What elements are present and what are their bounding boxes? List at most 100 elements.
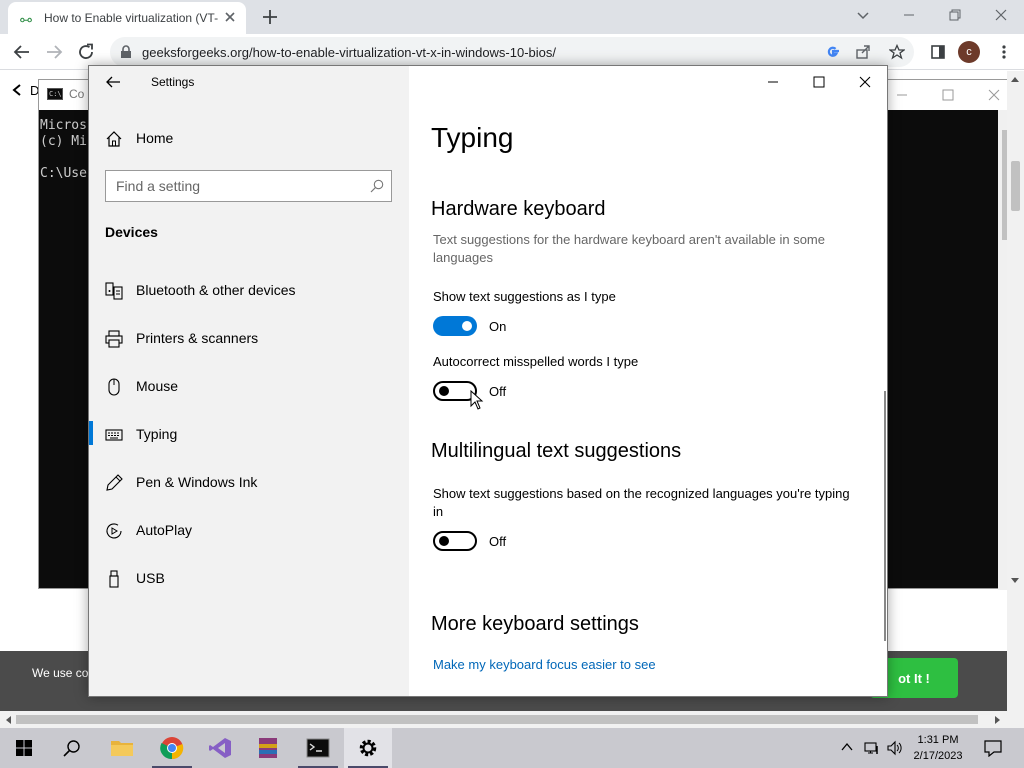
address-bar[interactable]: geeksforgeeks.org/how-to-enable-virtuali… <box>110 37 914 67</box>
toggle-knob <box>439 536 449 546</box>
network-icon[interactable] <box>864 740 880 756</box>
nav-item-label: Bluetooth & other devices <box>136 282 296 298</box>
hardware-keyboard-heading: Hardware keyboard <box>431 198 606 220</box>
autocorrect-label: Autocorrect misspelled words I type <box>433 354 639 369</box>
scroll-right-arrow-icon[interactable] <box>994 715 1002 725</box>
browser-restore-icon[interactable] <box>932 0 978 30</box>
show-hidden-icons-chevron-icon[interactable] <box>840 740 856 756</box>
clock-date: 2/17/2023 <box>913 750 963 762</box>
forward-arrow-icon[interactable] <box>44 42 64 62</box>
multilingual-toggle[interactable] <box>433 531 477 551</box>
toggle-knob <box>462 321 472 331</box>
nav-usb[interactable]: USB <box>89 557 409 601</box>
clock-time: 1:31 PM <box>917 734 959 746</box>
settings-minimize-icon[interactable] <box>750 66 796 98</box>
cookie-text: We use co <box>32 666 89 680</box>
settings-window: Settings Home Devices Bluetooth & other … <box>88 65 888 697</box>
browser-tab[interactable]: ⧟ How to Enable virtualization (VT- <box>8 2 246 34</box>
nav-item-label: Typing <box>136 426 178 442</box>
multilingual-label: Show text suggestions based on the recog… <box>433 486 850 519</box>
settings-close-icon[interactable] <box>842 66 888 98</box>
usb-icon <box>105 570 123 588</box>
multilingual-heading: Multilingual text suggestions <box>431 440 682 462</box>
multilingual-state: Off <box>489 534 507 549</box>
windows-start-icon[interactable] <box>0 728 48 768</box>
page-back-chevron-icon[interactable] <box>10 83 24 97</box>
bluetooth-devices-icon <box>105 282 123 300</box>
home-icon <box>105 130 123 148</box>
browser-tab-strip: ⧟ How to Enable virtualization (VT- <box>0 0 1024 34</box>
new-tab-icon[interactable] <box>260 7 280 27</box>
mouse-icon <box>105 378 123 396</box>
browser-minimize-icon[interactable] <box>886 0 932 30</box>
cmd-title: Co <box>69 87 85 101</box>
close-tab-icon[interactable] <box>222 9 238 25</box>
geeksforgeeks-favicon-icon: ⧟ <box>20 12 33 26</box>
find-setting-input[interactable] <box>106 171 366 201</box>
settings-window-title: Settings <box>151 75 195 89</box>
nav-item-label: Pen & Windows Ink <box>136 474 258 490</box>
nav-home-label: Home <box>136 130 174 146</box>
scroll-left-arrow-icon[interactable] <box>4 715 12 725</box>
find-setting-field[interactable] <box>105 170 392 202</box>
more-keyboard-heading: More keyboard settings <box>431 613 639 635</box>
nav-autoplay[interactable]: AutoPlay <box>89 509 409 553</box>
nav-home[interactable]: Home <box>89 117 409 161</box>
nav-mouse[interactable]: Mouse <box>89 365 409 409</box>
content-scrollbar[interactable] <box>884 391 886 641</box>
file-explorer-icon[interactable] <box>98 728 146 768</box>
nav-bluetooth-devices[interactable]: Bluetooth & other devices <box>89 269 409 313</box>
search-icon[interactable] <box>370 179 384 193</box>
winrar-icon[interactable] <box>244 728 292 768</box>
toggle-knob <box>439 386 449 396</box>
google-lens-icon[interactable] <box>824 43 842 61</box>
nav-printers-scanners[interactable]: Printers & scanners <box>89 317 409 361</box>
nav-item-label: Printers & scanners <box>136 330 259 346</box>
settings-content: Typing Hardware keyboard Text suggestion… <box>409 66 889 696</box>
settings-sidebar: Settings Home Devices Bluetooth & other … <box>89 66 409 696</box>
more-menu-icon[interactable] <box>994 42 1014 62</box>
bookmark-star-icon[interactable] <box>888 43 906 61</box>
chrome-icon[interactable] <box>148 728 196 768</box>
profile-avatar[interactable]: c <box>958 41 980 63</box>
settings-gear-icon[interactable] <box>344 728 392 768</box>
nav-pen-windows-ink[interactable]: Pen & Windows Ink <box>89 461 409 505</box>
cmd-icon: C:\ <box>47 88 63 100</box>
mouse-cursor-icon <box>470 390 484 410</box>
page-scroll-thumb[interactable] <box>1011 161 1020 211</box>
command-prompt-taskbar-icon[interactable] <box>294 728 342 768</box>
active-indicator <box>89 421 93 445</box>
autoplay-icon <box>105 522 123 540</box>
side-panel-icon[interactable] <box>928 42 948 62</box>
show-suggestions-toggle[interactable] <box>433 316 477 336</box>
notifications-icon[interactable] <box>984 739 1002 757</box>
page-vertical-scrollbar[interactable] <box>1007 71 1024 711</box>
taskbar-clock[interactable]: 1:31 PM 2/17/2023 <box>906 732 970 764</box>
back-arrow-icon[interactable] <box>12 42 32 62</box>
lock-icon[interactable] <box>120 45 132 59</box>
autocorrect-state: Off <box>489 384 507 399</box>
share-icon[interactable] <box>854 43 872 61</box>
browser-close-icon[interactable] <box>978 0 1024 30</box>
keyboard-focus-link[interactable]: Make my keyboard focus easier to see <box>433 657 656 672</box>
scroll-down-arrow-icon[interactable] <box>1010 577 1020 585</box>
settings-maximize-icon[interactable] <box>796 66 842 98</box>
nav-typing[interactable]: Typing <box>89 413 409 457</box>
hardware-keyboard-description: Text suggestions for the hardware keyboa… <box>433 232 825 265</box>
taskbar-search-icon[interactable] <box>48 728 96 768</box>
cmd-maximize-icon[interactable] <box>925 80 971 110</box>
printer-icon <box>105 330 123 348</box>
reload-icon[interactable] <box>76 42 96 62</box>
keyboard-icon <box>105 426 123 444</box>
pen-icon <box>105 474 123 492</box>
nav-item-label: USB <box>136 570 165 586</box>
scroll-up-arrow-icon[interactable] <box>1010 75 1020 83</box>
visual-studio-icon[interactable] <box>196 728 244 768</box>
volume-icon[interactable] <box>886 740 902 756</box>
nav-item-label: AutoPlay <box>136 522 193 538</box>
settings-back-icon[interactable] <box>105 74 125 94</box>
horizontal-scroll-thumb[interactable] <box>16 715 978 724</box>
chevron-down-icon[interactable] <box>855 7 871 23</box>
page-horizontal-scrollbar[interactable] <box>0 711 1024 728</box>
url-text: geeksforgeeks.org/how-to-enable-virtuali… <box>142 45 557 60</box>
